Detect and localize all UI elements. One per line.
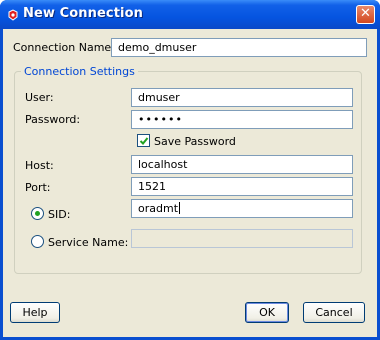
title-bar[interactable]: New Connection ✕ <box>0 0 380 29</box>
port-input[interactable]: 1521 <box>131 177 353 196</box>
connection-name-label: Connection Name: <box>13 41 115 54</box>
host-label: Host: <box>25 159 54 172</box>
sid-input-text: oradmt <box>138 202 179 215</box>
sid-input[interactable]: oradmt <box>131 199 353 218</box>
help-button[interactable]: Help <box>10 302 60 323</box>
dialog-body: Connection Name: demo_dmuser Connection … <box>3 29 377 337</box>
dialog-window: New Connection ✕ Connection Name: demo_d… <box>0 0 380 340</box>
ok-button[interactable]: OK <box>245 302 289 323</box>
service-name-input[interactable] <box>131 229 353 248</box>
connection-name-input[interactable]: demo_dmuser <box>111 38 367 57</box>
cancel-button[interactable]: Cancel <box>303 302 365 323</box>
connection-settings-title: Connection Settings <box>21 65 138 78</box>
port-label: Port: <box>25 181 51 194</box>
checkmark-icon <box>139 137 149 145</box>
save-password-label: Save Password <box>154 135 236 148</box>
text-caret <box>179 202 181 214</box>
close-button[interactable]: ✕ <box>356 5 375 24</box>
oracle-red-icon <box>8 9 18 21</box>
save-password-checkbox[interactable] <box>137 134 150 147</box>
radio-selected-dot <box>35 211 40 216</box>
user-label: User: <box>25 91 54 104</box>
service-name-label: Service Name: <box>48 236 129 249</box>
sid-radio[interactable] <box>31 207 44 220</box>
host-input[interactable]: localhost <box>131 155 353 174</box>
password-input[interactable]: •••••• <box>131 110 353 129</box>
close-icon: ✕ <box>360 6 371 21</box>
password-label: Password: <box>25 113 81 126</box>
service-name-radio[interactable] <box>31 235 44 248</box>
window-title: New Connection <box>23 6 143 21</box>
sid-label: SID: <box>48 208 71 221</box>
user-input[interactable]: dmuser <box>131 88 353 107</box>
